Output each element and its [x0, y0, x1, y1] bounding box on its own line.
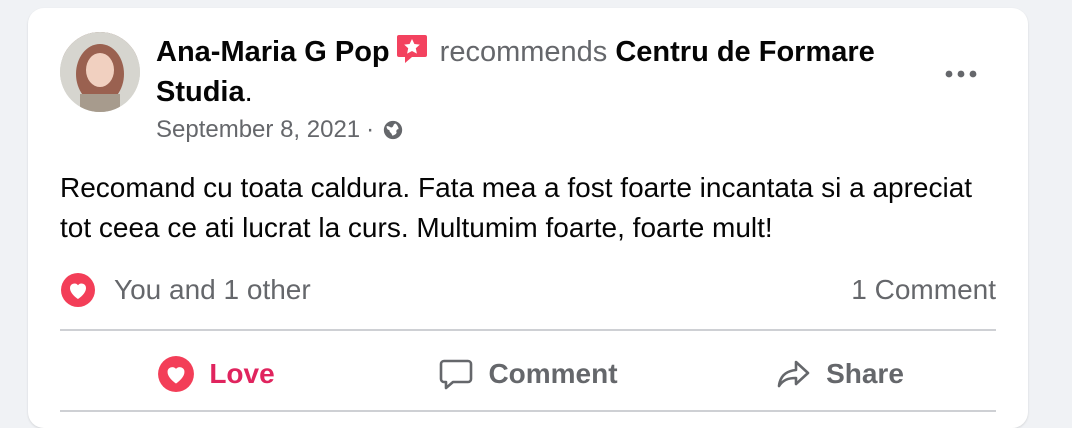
comment-label: Comment — [488, 358, 618, 389]
share-button[interactable]: Share — [684, 344, 996, 404]
share-label: Share — [826, 358, 904, 389]
post-card: Ana-Maria G Pop recommends Centru de For… — [28, 8, 1028, 428]
reactions-summary[interactable]: You and 1 other — [60, 272, 311, 308]
comment-button[interactable]: Comment — [372, 344, 684, 404]
reactions-label[interactable]: You and 1 other — [114, 274, 311, 306]
love-label: Love — [209, 358, 275, 389]
post-meta: September 8, 2021 · — [156, 116, 404, 144]
heart-icon — [158, 356, 195, 392]
divider-bottom — [60, 410, 996, 412]
post-date[interactable]: September 8, 2021 — [156, 116, 360, 144]
avatar-image — [60, 32, 140, 112]
comment-icon — [440, 359, 473, 390]
avatar[interactable] — [60, 32, 140, 112]
comments-count[interactable]: 1 Comment — [851, 274, 996, 306]
more-options-icon[interactable] — [941, 64, 981, 84]
globe-icon[interactable] — [382, 119, 404, 141]
divider-top — [60, 329, 996, 331]
action-bar: Love Comment Share — [60, 344, 996, 404]
author-name[interactable]: Ana-Maria G Pop — [156, 36, 390, 68]
reaction-stats: You and 1 other 1 Comment — [60, 270, 996, 310]
post-header: Ana-Maria G Pop recommends Centru de For… — [156, 32, 916, 112]
share-icon — [777, 360, 810, 388]
post-text: Recomand cu toata caldura. Fata mea a fo… — [60, 172, 973, 243]
recommends-text: recommends — [439, 36, 608, 68]
meta-separator: · — [366, 116, 375, 143]
love-button[interactable]: Love — [60, 344, 372, 404]
heart-reaction-icon — [61, 273, 95, 307]
header-period: . — [244, 76, 253, 108]
recommend-badge-icon — [396, 33, 428, 65]
